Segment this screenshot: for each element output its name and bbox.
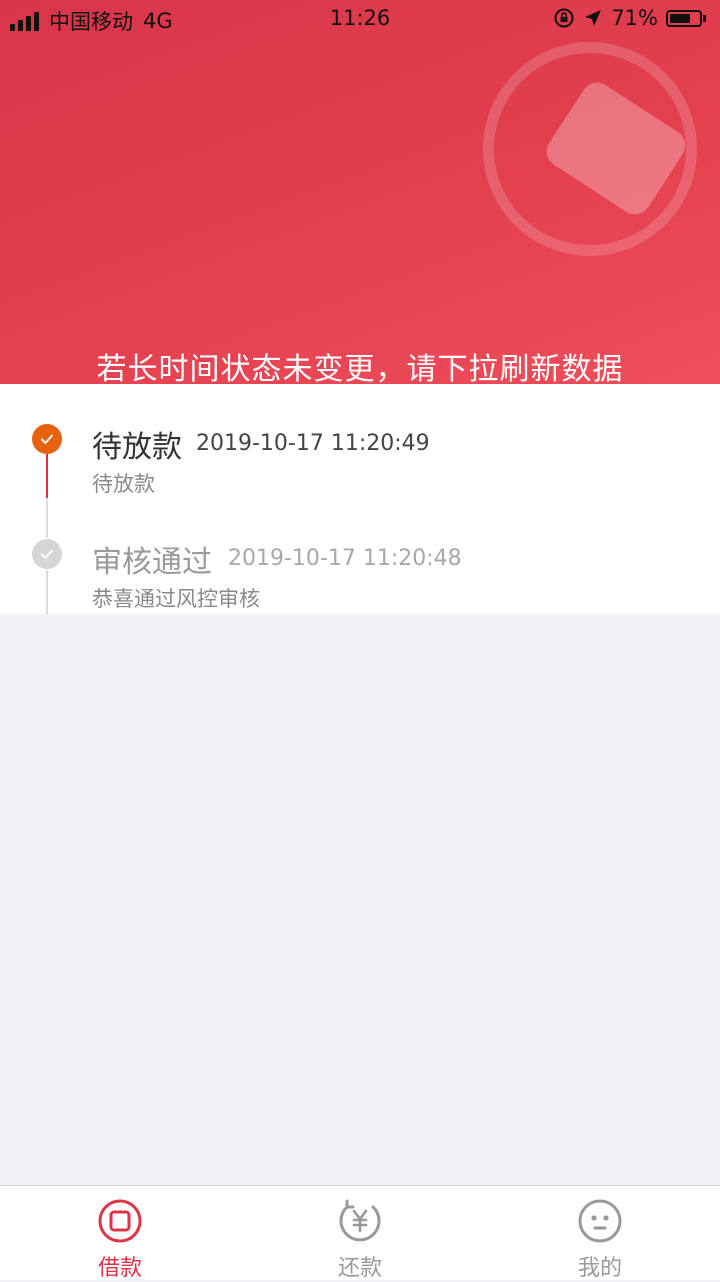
repay-yen-icon (339, 1199, 381, 1242)
tab-loan[interactable]: 借款 (0, 1186, 240, 1281)
timeline-time: 2019-10-17 11:20:49 (196, 431, 430, 456)
timeline-line-active (46, 454, 48, 498)
check-icon (32, 424, 62, 454)
timeline-title: 审核通过 (92, 545, 212, 580)
face-icon (578, 1199, 622, 1243)
timeline-line (46, 498, 48, 538)
battery-icon (666, 9, 706, 27)
timeline-desc: 恭喜通过风控审核 (92, 587, 260, 611)
tab-label: 还款 (337, 1256, 382, 1281)
timeline-line (46, 570, 48, 614)
status-bar: 中国移动 4G 11:26 71% (0, 0, 720, 40)
timeline-desc: 待放款 (92, 472, 155, 496)
header-banner: 中国移动 4G 11:26 71% 若长时间状态未变更，请下拉刷新数据 (0, 0, 720, 384)
timeline-title: 待放款 (92, 430, 182, 465)
tab-label: 借款 (97, 1256, 142, 1281)
loan-icon (98, 1199, 142, 1243)
check-icon (32, 539, 62, 569)
refresh-notice: 若长时间状态未变更，请下拉刷新数据 (96, 352, 624, 384)
orientation-lock-icon (554, 8, 574, 28)
tab-mine[interactable]: 我的 (480, 1186, 720, 1281)
battery-percent: 71% (611, 6, 658, 30)
tab-repay[interactable]: 还款 (240, 1186, 480, 1281)
tab-bar: 借款 还款 我的 (0, 1185, 720, 1281)
tab-label: 我的 (577, 1256, 622, 1281)
timeline-time: 2019-10-17 11:20:48 (228, 546, 462, 571)
status-timeline: 待放款 2019-10-17 11:20:49 待放款 审核通过 2019-10… (0, 384, 720, 614)
location-arrow-icon (585, 10, 602, 26)
